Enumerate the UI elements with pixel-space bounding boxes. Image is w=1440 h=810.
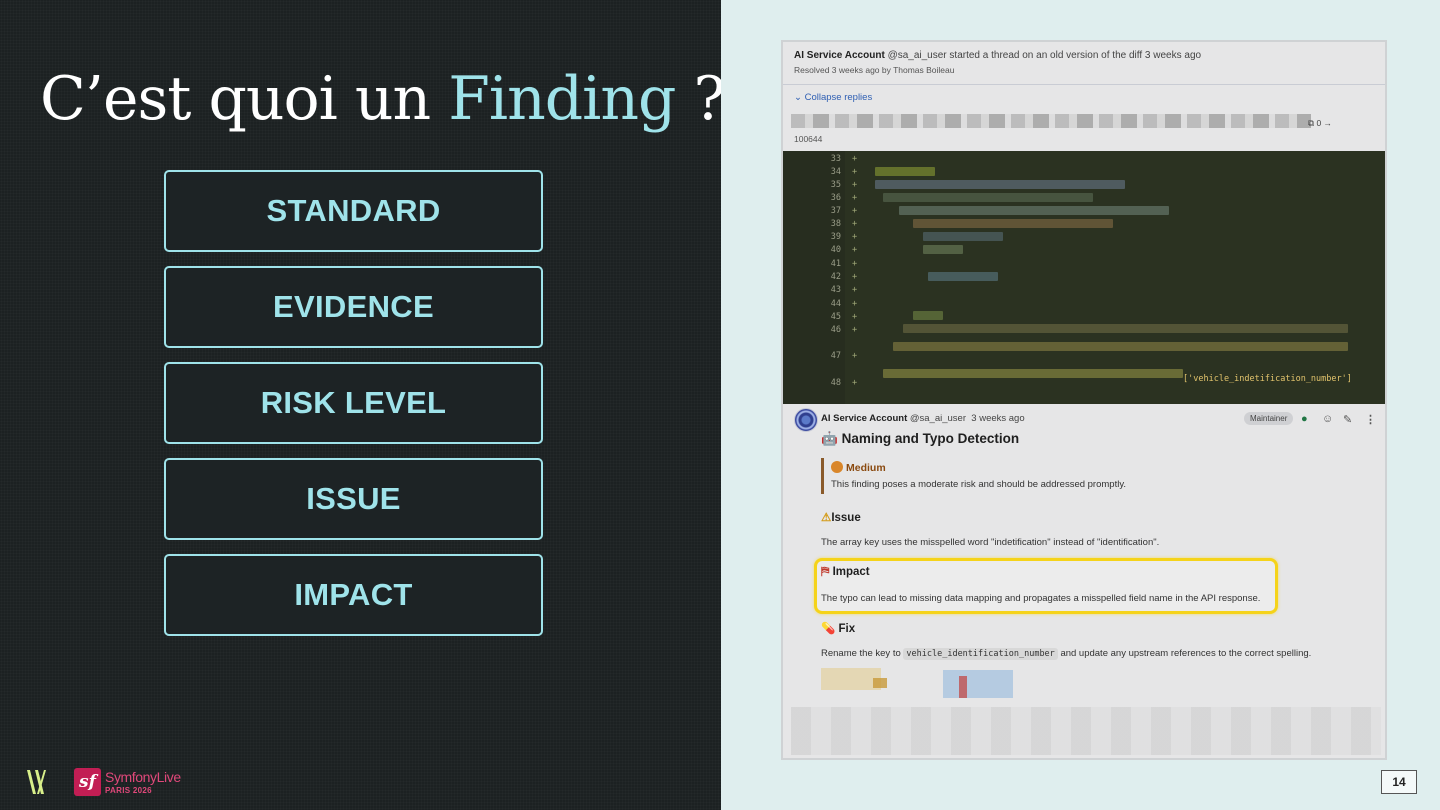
code-line-number: 47 xyxy=(830,351,841,361)
code-line-number: 48 xyxy=(830,378,841,388)
code-line-number: 34 xyxy=(830,167,841,177)
fix-heading: 💊 Fix xyxy=(821,621,855,635)
issue-heading: ⚠Issue xyxy=(821,510,861,524)
comment-author: AI Service Account @sa_ai_user 3 weeks a… xyxy=(821,413,1025,424)
code-line-number: 39 xyxy=(830,232,841,242)
collapse-replies-label: Collapse replies xyxy=(804,92,873,103)
risk-quote-bar xyxy=(821,458,824,494)
emoji-reaction-icon[interactable]: ☺ xyxy=(1322,413,1333,425)
orange-circle-icon xyxy=(831,461,843,473)
added-line-marker: + xyxy=(852,219,858,229)
added-line-marker: + xyxy=(852,180,858,190)
comment-handle[interactable]: @sa_ai_user xyxy=(910,413,966,424)
code-line-number: 37 xyxy=(830,206,841,216)
blurred-file-path xyxy=(791,114,1311,128)
code-tail-text: ['vehicle_indetification_number'] xyxy=(1183,374,1352,384)
code-line-number: 46 xyxy=(830,325,841,335)
divider xyxy=(783,84,1385,85)
comment-time: 3 weeks ago xyxy=(971,413,1025,424)
added-line-marker: + xyxy=(852,299,858,309)
title-accent-word: Finding xyxy=(448,64,676,134)
more-actions-icon[interactable]: ⋮ xyxy=(1365,413,1376,426)
added-line-marker: + xyxy=(852,167,858,177)
finding-part-risk-level: RISK LEVEL xyxy=(164,362,543,444)
fix-heading-text: Fix xyxy=(838,623,856,635)
code-line-number: 33 xyxy=(830,154,841,164)
fix-code: vehicle_identification_number xyxy=(903,648,1058,660)
blurred-reply-box xyxy=(791,707,1381,755)
code-line-number: 35 xyxy=(830,180,841,190)
risk-level-label: Medium xyxy=(831,461,886,474)
added-line-marker: + xyxy=(852,154,858,164)
added-line-marker: + xyxy=(852,351,858,361)
fix-text: Rename the key to vehicle_identification… xyxy=(821,648,1312,660)
title-suffix: ? xyxy=(675,64,725,134)
pill-icon: 💊 xyxy=(821,623,836,635)
finding-heading-text: Naming and Typo Detection xyxy=(841,431,1020,446)
added-line-marker: + xyxy=(852,312,858,322)
presenter-logo-icon xyxy=(27,770,46,794)
impact-heading-text: Impact xyxy=(832,566,870,578)
code-line-number: 41 xyxy=(830,259,841,269)
added-line-marker: + xyxy=(852,193,858,203)
event-city: PARIS 2026 xyxy=(105,786,152,795)
finding-heading: 🤖 Naming and Typo Detection xyxy=(821,431,1019,447)
added-line-marker: + xyxy=(852,272,858,282)
code-line-number: 44 xyxy=(830,299,841,309)
barrier-icon: ⛿ xyxy=(821,566,830,578)
warning-icon: ⚠ xyxy=(821,512,832,524)
impact-highlight-box xyxy=(814,558,1278,614)
code-line-number: 43 xyxy=(830,285,841,295)
merge-request-screenshot: AI Service Account @sa_ai_user started a… xyxy=(781,40,1387,760)
issue-text: The array key uses the misspelled word "… xyxy=(821,537,1160,548)
comment-author-name[interactable]: AI Service Account xyxy=(821,413,907,424)
resolved-check-icon[interactable]: ● xyxy=(1301,413,1308,425)
code-line-number: 40 xyxy=(830,245,841,255)
thread-handle[interactable]: @sa_ai_user xyxy=(888,50,947,61)
file-mode: 100644 xyxy=(794,134,823,144)
slide-left-panel: C’est quoi un Finding ? STANDARD EVIDENC… xyxy=(0,0,726,810)
added-line-marker: + xyxy=(852,245,858,255)
fix-text-pre: Rename the key to xyxy=(821,648,901,659)
code-line-number: 42 xyxy=(830,272,841,282)
impact-heading: ⛿ Impact xyxy=(821,566,870,579)
added-line-marker: + xyxy=(852,325,858,335)
edit-pencil-icon[interactable]: ✎ xyxy=(1343,413,1352,426)
finding-part-standard: STANDARD xyxy=(164,170,543,252)
finding-part-issue: ISSUE xyxy=(164,458,543,540)
slide-title: C’est quoi un Finding ? xyxy=(40,56,726,142)
symfony-logo-icon: sf xyxy=(74,768,101,796)
added-line-marker: + xyxy=(852,378,858,388)
added-line-marker: + xyxy=(852,259,858,269)
chevron-down-icon: ⌄ xyxy=(794,92,805,103)
thread-author[interactable]: AI Service Account xyxy=(794,50,885,61)
code-line-number: 45 xyxy=(830,312,841,322)
page-number: 14 xyxy=(1381,770,1417,794)
avatar[interactable] xyxy=(794,408,818,432)
role-badge: Maintainer xyxy=(1244,412,1294,425)
thread-action: started a thread on an old version of th… xyxy=(949,50,1202,61)
diff-code-block: 33 +34 +35 +36 +37 +38 +39 +40 +41 +42 +43 +44 +45 +4… xyxy=(783,151,1385,404)
collapse-replies-button[interactable]: ⌄ Collapse replies xyxy=(794,92,872,103)
code-line-number: 36 xyxy=(830,193,841,203)
added-line-marker: + xyxy=(852,206,858,216)
robot-icon: 🤖 xyxy=(821,431,838,446)
issue-heading-text: Issue xyxy=(831,512,861,524)
added-line-marker: + xyxy=(852,285,858,295)
file-meta[interactable]: ⧉ 0 → xyxy=(1308,118,1332,129)
impact-text: The typo can lead to missing data mappin… xyxy=(821,593,1261,604)
risk-description: This finding poses a moderate risk and s… xyxy=(831,479,1127,490)
title-prefix: C’est quoi un xyxy=(40,64,449,134)
thread-header: AI Service Account @sa_ai_user started a… xyxy=(794,50,1201,61)
added-line-marker: + xyxy=(852,232,858,242)
finding-part-impact: IMPACT xyxy=(164,554,543,636)
event-name: SymfonyLive xyxy=(105,769,181,785)
code-line-number: 38 xyxy=(830,219,841,229)
thread-resolved: Resolved 3 weeks ago by Thomas Boileau xyxy=(794,65,955,75)
risk-level-text: Medium xyxy=(846,462,886,474)
finding-part-evidence: EVIDENCE xyxy=(164,266,543,348)
fix-text-post: and update any upstream references to th… xyxy=(1060,648,1312,659)
file-meta-label: 0 → xyxy=(1316,118,1333,128)
